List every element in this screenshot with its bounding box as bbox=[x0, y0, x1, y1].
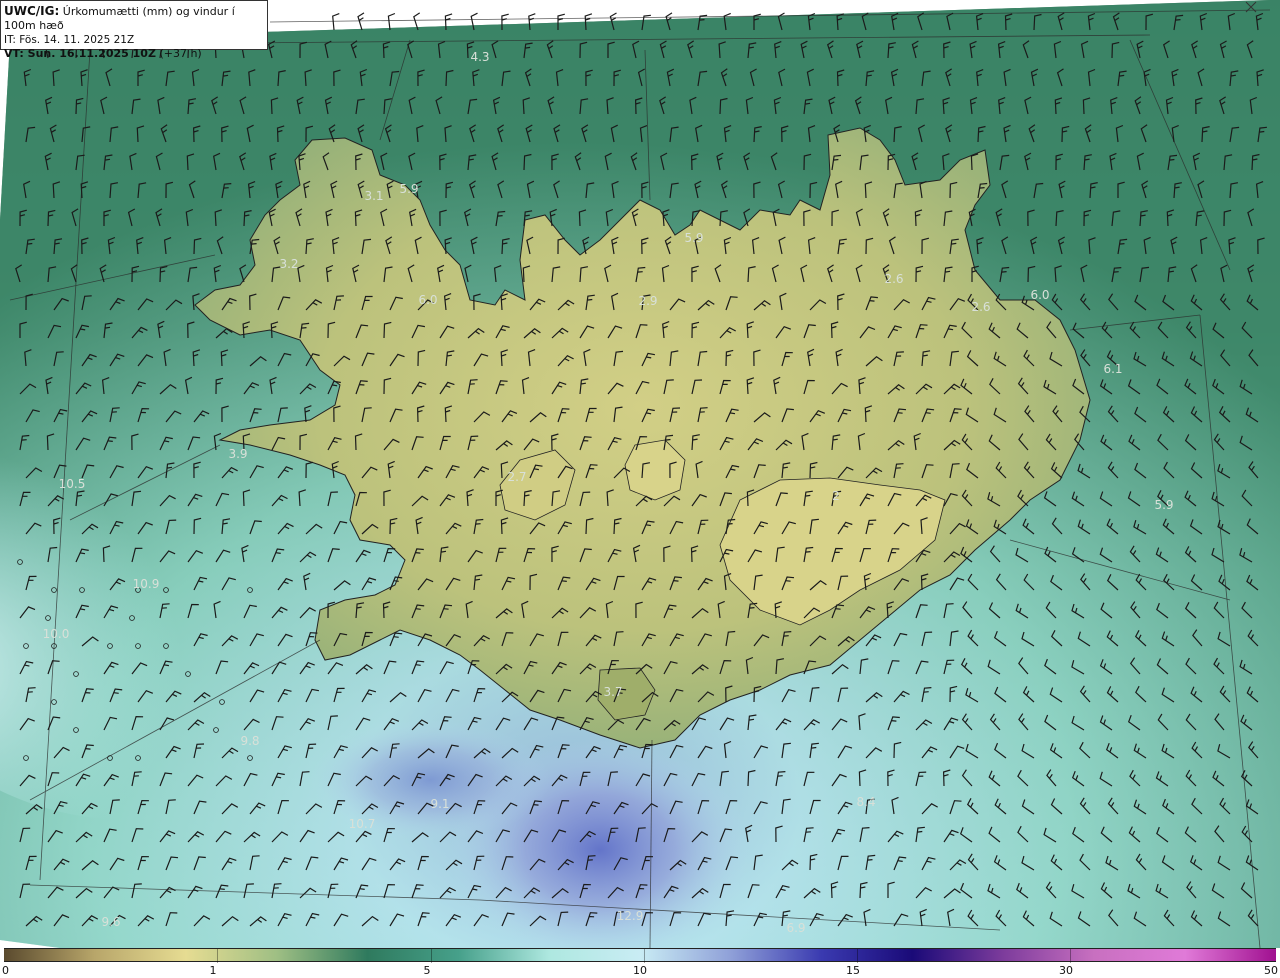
point-value-label: 3.7 bbox=[603, 685, 622, 699]
point-value-label: 3.1 bbox=[364, 189, 383, 203]
point-value-label: 12.9 bbox=[617, 909, 644, 923]
valid-time: VT: Sun. 16.11.2025 10Z (+37 h) bbox=[4, 47, 264, 61]
point-value-label: 6.0 bbox=[418, 293, 437, 307]
point-value-label: 2.6 bbox=[884, 272, 903, 286]
point-value-label: 9.6 bbox=[101, 915, 120, 929]
point-value-label: 5.9 bbox=[1154, 498, 1173, 512]
point-value-label: 2.9 bbox=[638, 294, 657, 308]
point-value-label: 2.6 bbox=[971, 300, 990, 314]
colorbar-tick-label: 30 bbox=[1059, 964, 1073, 977]
point-value-label: 10.7 bbox=[349, 817, 376, 831]
point-value-label: 8.4 bbox=[856, 795, 875, 809]
header-line-1: UWC/IG: Úrkomumætti (mm) og vindur í 100… bbox=[4, 4, 264, 33]
point-value-label: 6.1 bbox=[1103, 362, 1122, 376]
point-value-label: 6.9 bbox=[786, 921, 805, 935]
colorbar-tick-label: 1 bbox=[209, 964, 217, 977]
init-time: IT: Fös. 14. 11. 2025 21Z bbox=[4, 34, 135, 46]
map-header: UWC/IG: Úrkomumætti (mm) og vindur í 100… bbox=[0, 0, 268, 60]
valid-suffix: (+37 h) bbox=[159, 47, 202, 60]
colorbar-tick-label: 0 bbox=[2, 964, 9, 977]
point-value-label: 10.0 bbox=[43, 627, 70, 641]
point-value-label: 2.7 bbox=[507, 470, 526, 484]
colorbar-tick-label: 15 bbox=[846, 964, 860, 977]
precipitation-wind-map: 4.3 5.9 3.1 3.2 6.0 5.9 2.9 2.6 2.6 6.0 6.1 3.9 10.5… bbox=[0, 0, 1280, 948]
point-value-label: 5.9 bbox=[684, 231, 703, 245]
colorbar bbox=[4, 948, 1276, 963]
model-name: UWC/IG: bbox=[4, 4, 60, 18]
colorbar-legend: 0 1 5 10 15 30 50 bbox=[0, 948, 1280, 978]
point-value-label: 10.5 bbox=[59, 477, 86, 491]
colorbar-tick-label: 10 bbox=[633, 964, 647, 977]
point-value-label: 3.9 bbox=[228, 447, 247, 461]
point-value-label: 5.9 bbox=[399, 182, 418, 196]
point-value-label: 10.9 bbox=[133, 577, 160, 591]
colorbar-tick-mark bbox=[1070, 949, 1071, 963]
point-value-label: 4.3 bbox=[470, 50, 489, 64]
colorbar-tick-label: 50 bbox=[1264, 964, 1278, 977]
point-value-label: 3.2 bbox=[279, 257, 298, 271]
colorbar-tick-mark bbox=[644, 949, 645, 963]
colorbar-tick-mark bbox=[431, 949, 432, 963]
colorbar-tick-mark bbox=[857, 949, 858, 963]
point-value-label: 6.0 bbox=[1030, 288, 1049, 302]
point-value-label: 9.1 bbox=[430, 797, 449, 811]
colorbar-tick-label: 5 bbox=[423, 964, 431, 977]
valid-prefix: VT: Sun. 16.11.2025 10Z bbox=[4, 47, 156, 60]
colorbar-tick-mark bbox=[217, 949, 218, 963]
close-icon[interactable] bbox=[1244, 0, 1258, 14]
point-value-label: 9.8 bbox=[240, 734, 259, 748]
point-value-label: 2 bbox=[832, 489, 840, 503]
